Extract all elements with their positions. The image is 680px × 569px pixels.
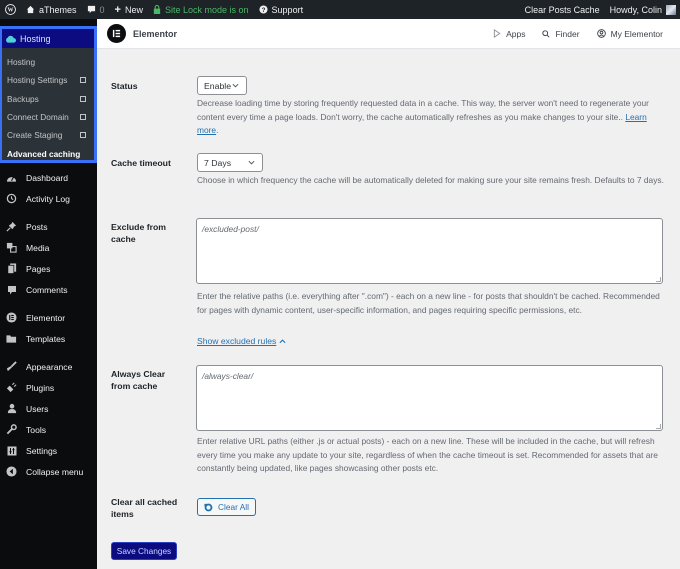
sidebar-item-hosting[interactable]: Hosting <box>2 29 94 48</box>
hosting-submenu: Hosting Hosting Settings Backups Connect… <box>2 48 94 163</box>
plus-icon: + <box>114 3 121 16</box>
status-label: Status <box>111 81 138 91</box>
elementor-top-bar: Elementor Apps Finder My Elementor <box>97 19 680 49</box>
caching-settings-form: Status Enable Decrease loading time by s… <box>97 49 680 569</box>
pin-icon <box>6 221 17 232</box>
wp-logo-button[interactable]: W <box>0 0 21 19</box>
elementor-logo-icon <box>107 24 126 43</box>
external-link-icon <box>80 95 86 102</box>
status-select[interactable]: Enable <box>197 76 247 95</box>
resize-handle[interactable] <box>656 277 661 282</box>
plug-icon <box>6 382 17 393</box>
elementor-title: Elementor <box>133 28 178 39</box>
submenu-item-hosting-settings[interactable]: Hosting Settings <box>2 71 94 89</box>
sidebar-item-plugins[interactable]: Plugins <box>0 377 97 398</box>
sidebar-item-elementor[interactable]: Elementor <box>0 307 97 328</box>
collapse-menu-button[interactable]: Collapse menu <box>0 461 97 482</box>
status-description: Decrease loading time by storing frequen… <box>197 98 649 135</box>
search-icon <box>542 29 551 38</box>
sidebar-item-settings[interactable]: Settings <box>0 440 97 461</box>
admin-bar: W aThemes 0 + New Site Lock mode is on ?… <box>0 0 680 19</box>
external-link-icon <box>80 114 86 121</box>
submenu-item-connect-domain[interactable]: Connect Domain <box>2 108 94 126</box>
wrench-icon <box>6 424 17 435</box>
clear-posts-cache-link[interactable]: Clear Posts Cache <box>520 0 605 19</box>
sidebar-item-templates[interactable]: Templates <box>0 328 97 349</box>
apps-link[interactable]: Apps <box>493 29 525 39</box>
sidebar-item-dashboard[interactable]: Dashboard <box>0 167 97 188</box>
admin-sidebar: Hosting Hosting Hosting Settings Backups… <box>0 19 97 569</box>
support-link[interactable]: ? Support <box>254 0 309 19</box>
user-icon <box>6 403 17 414</box>
help-icon: ? <box>258 5 268 14</box>
play-outline-icon <box>493 29 501 38</box>
settings-icon <box>6 445 17 456</box>
submenu-item-backups[interactable]: Backups <box>2 90 94 108</box>
exclude-textarea[interactable]: /excluded-post/ <box>196 218 663 284</box>
dashboard-icon <box>6 172 17 183</box>
sidebar-item-media[interactable]: Media <box>0 237 97 258</box>
always-clear-label: Always Clear from cache <box>111 369 166 391</box>
new-content-link[interactable]: + New <box>110 0 148 19</box>
history-icon <box>6 193 17 204</box>
admin-menu: Dashboard Activity Log Posts Media Pages… <box>0 167 97 482</box>
sidebar-item-activity-log[interactable]: Activity Log <box>0 188 97 209</box>
chevron-down-icon <box>248 158 255 168</box>
comments-icon <box>6 284 17 295</box>
cache-timeout-description: Choose in which frequency the cache will… <box>197 175 664 185</box>
sidebar-item-posts[interactable]: Posts <box>0 216 97 237</box>
cache-timeout-label: Cache timeout <box>111 158 171 168</box>
external-link-icon <box>80 132 86 139</box>
comments-link[interactable]: 0 <box>82 0 110 19</box>
avatar <box>666 4 676 15</box>
site-lock-status[interactable]: Site Lock mode is on <box>148 0 254 19</box>
always-clear-textarea[interactable]: /always-clear/ <box>196 365 663 431</box>
always-clear-description: Enter relative URL paths (either .js or … <box>197 436 658 473</box>
sidebar-item-users[interactable]: Users <box>0 398 97 419</box>
save-changes-button[interactable]: Save Changes <box>111 542 177 560</box>
clear-all-button[interactable]: Clear All <box>197 498 256 516</box>
chevron-down-icon <box>232 81 239 91</box>
comment-bubble-icon <box>87 5 96 14</box>
home-icon <box>26 5 35 14</box>
refresh-icon <box>204 503 213 512</box>
folder-icon <box>6 333 17 344</box>
svg-text:W: W <box>7 8 13 14</box>
chevron-up-icon <box>279 338 286 344</box>
sidebar-item-pages[interactable]: Pages <box>0 258 97 279</box>
site-name-link[interactable]: aThemes <box>21 0 82 19</box>
sidebar-item-appearance[interactable]: Appearance <box>0 356 97 377</box>
resize-handle[interactable] <box>656 424 661 429</box>
submenu-item-advanced-caching[interactable]: Advanced caching <box>2 144 94 162</box>
show-excluded-rules-toggle[interactable]: Show excluded rules <box>197 336 286 346</box>
sidebar-item-tools[interactable]: Tools <box>0 419 97 440</box>
media-icon <box>6 242 17 253</box>
cloud-icon <box>5 35 16 43</box>
account-menu[interactable]: Howdy, Colin <box>605 0 680 19</box>
submenu-item-hosting[interactable]: Hosting <box>2 53 94 71</box>
my-elementor-link[interactable]: My Elementor <box>596 29 663 39</box>
comments-count: 0 <box>99 4 105 15</box>
external-link-icon <box>80 77 86 84</box>
user-circle-icon <box>596 29 606 38</box>
hosting-menu-highlight: Hosting Hosting Hosting Settings Backups… <box>0 26 97 163</box>
wordpress-icon: W <box>5 4 16 15</box>
elementor-icon <box>6 312 17 323</box>
submenu-item-create-staging[interactable]: Create Staging <box>2 126 94 144</box>
clear-all-label: Clear all cached items <box>111 497 178 519</box>
svg-text:?: ? <box>261 7 265 14</box>
cache-timeout-select[interactable]: 7 Days <box>197 153 263 172</box>
exclude-description: Enter the relative paths (i.e. everythin… <box>197 291 660 315</box>
pages-icon <box>6 263 17 274</box>
collapse-icon <box>6 466 17 477</box>
exclude-label: Exclude from cache <box>111 222 167 244</box>
brush-icon <box>6 361 17 372</box>
finder-link[interactable]: Finder <box>542 29 580 39</box>
lock-icon <box>153 5 161 14</box>
sidebar-item-comments[interactable]: Comments <box>0 279 97 300</box>
